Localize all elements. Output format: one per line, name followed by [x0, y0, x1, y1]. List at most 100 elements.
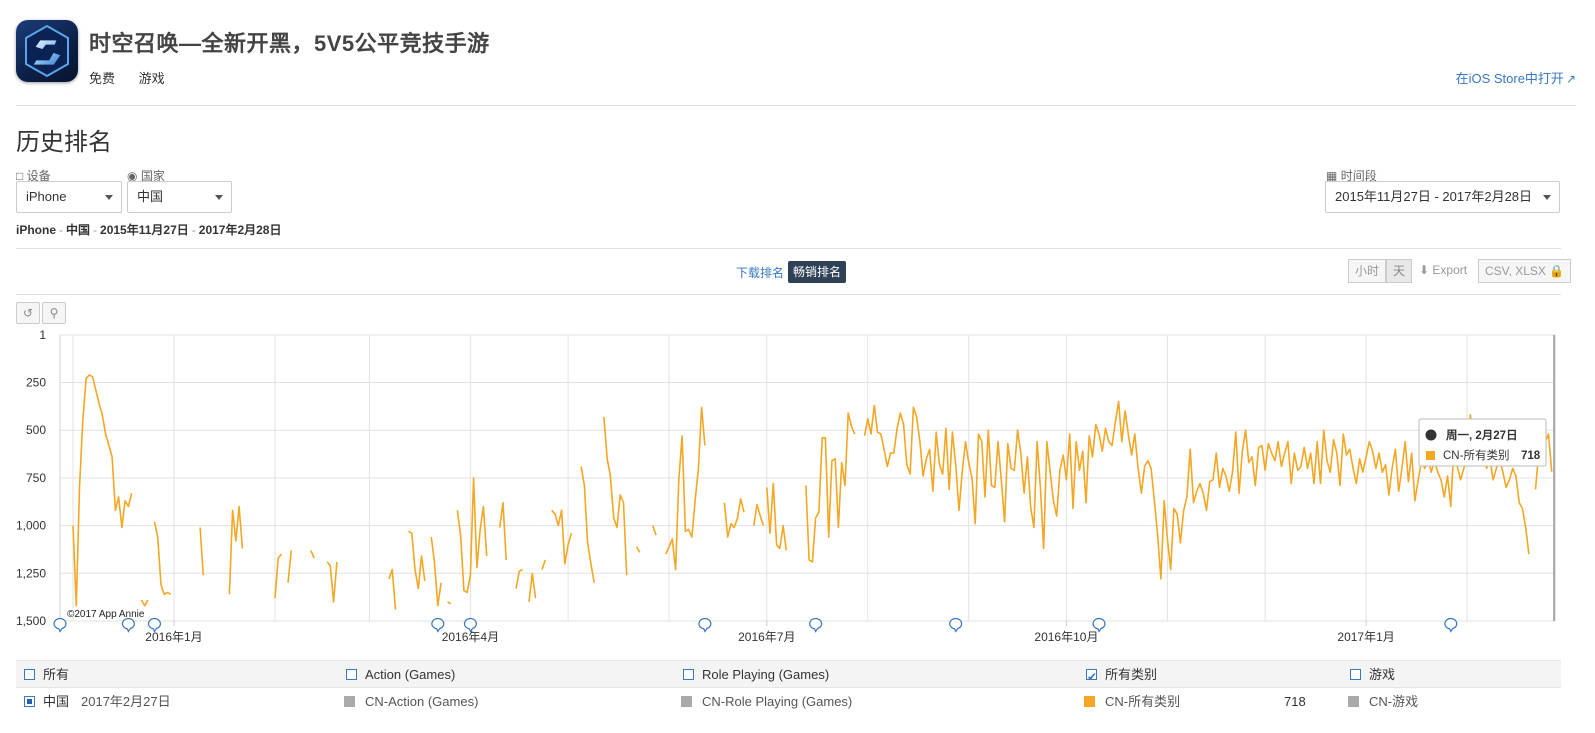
period-select[interactable]: 2015年11月27日 - 2017年2月28日 [1325, 181, 1560, 213]
tooltip-swatch [1426, 451, 1435, 460]
checkbox[interactable] [24, 669, 35, 680]
export-format-group: CSV, XLSX 🔒 [1478, 259, 1572, 283]
legend-swatch [681, 696, 692, 707]
legend-header-all-categories[interactable]: 所有类别 [1086, 661, 1157, 691]
tab-grossing[interactable]: 畅销排名 [788, 261, 847, 283]
legend-swatch [1084, 696, 1095, 707]
legend-item-all-categories[interactable]: CN-所有类别 [1084, 688, 1180, 716]
series-cn-all-categories [72, 374, 1553, 610]
app-header: 时空召唤—全新开黑，5V5公平竞技手游 免费 游戏 在iOS Store中打开 ↗ [16, 14, 1576, 106]
series-line-segment [72, 374, 133, 607]
legend-header-role-playing[interactable]: Role Playing (Games) [683, 661, 829, 689]
y-tick-label: 1,000 [16, 519, 46, 533]
series-line-segment [498, 501, 507, 560]
y-tick-label: 1,500 [16, 614, 46, 628]
y-tick-label: 500 [26, 423, 46, 437]
series-line-segment [515, 568, 523, 589]
series-line-segment [635, 546, 641, 553]
x-axis: 2016年1月 2016年4月 2016年7月 2016年10月 2017年1月 [145, 621, 1395, 644]
y-tick-label: 1,250 [16, 566, 46, 580]
radio-selected[interactable] [24, 696, 35, 707]
checkbox[interactable] [1350, 669, 1361, 680]
y-tick-label: 750 [26, 471, 46, 485]
device-select-value: iPhone [26, 189, 67, 204]
annotation-marker [949, 617, 963, 633]
x-tick-label: 2016年10月 [1034, 630, 1098, 644]
download-icon: ⬇ [1419, 263, 1430, 277]
annotation-marker [698, 617, 712, 633]
checkbox-checked[interactable] [1086, 663, 1097, 691]
day-button[interactable]: 天 [1386, 259, 1413, 283]
legend-date: 2017年2月27日 [81, 694, 171, 709]
checkbox[interactable] [346, 669, 357, 680]
legend-country[interactable]: 中国 2017年2月27日 [24, 688, 171, 716]
legend-data-row: 中国 2017年2月27日 CN-Action (Games) CN-Role P… [16, 688, 1561, 716]
app-tags: 免费 游戏 [89, 68, 185, 87]
annotation-marker [53, 617, 67, 633]
reset-zoom-button[interactable]: ↺ [16, 302, 40, 324]
series-line-segment [310, 550, 315, 559]
export-label[interactable]: ⬇ Export [1419, 263, 1467, 277]
country-select-value: 中国 [137, 189, 164, 204]
horizontal-gridlines [59, 334, 1556, 622]
x-tick-label: 2016年7月 [738, 630, 795, 644]
app-title: 时空召唤—全新开黑，5V5公平竞技手游 [89, 31, 490, 56]
legend-item-action[interactable]: CN-Action (Games) [344, 688, 478, 716]
series-line-segment [541, 559, 547, 570]
x-tick-label: 2017年1月 [1337, 630, 1394, 644]
legend-item-role-playing[interactable]: CN-Role Playing (Games) [681, 688, 852, 716]
country-select[interactable]: 中国 [127, 181, 232, 213]
category-tag[interactable]: 游戏 [139, 71, 165, 86]
series-line-segment [274, 553, 283, 599]
chevron-down-icon [1543, 195, 1551, 200]
price-tag[interactable]: 免费 [89, 71, 115, 86]
series-line-segment [652, 525, 657, 536]
annotation-marker [121, 617, 135, 633]
series-line-segment [140, 599, 149, 607]
series-line-segment [199, 527, 205, 576]
series-line-segment [447, 601, 452, 605]
period-select-value: 2015年11月27日 - 2017年2月28日 [1335, 189, 1533, 204]
app-logo-graphic [25, 24, 69, 78]
filter-summary: iPhone - 中国 -2015年11月27日 -2017年2月28日 [16, 223, 282, 237]
series-line-segment [805, 412, 856, 563]
chevron-down-icon [105, 195, 113, 200]
legend-header-games[interactable]: 游戏 [1350, 661, 1395, 689]
legend-swatch [1348, 696, 1359, 707]
legend-header-row: 所有 Action (Games) Role Playing (Games) 所… [16, 660, 1561, 691]
series-line-segment [723, 498, 745, 538]
chevron-down-icon [215, 195, 223, 200]
series-line-segment [153, 521, 172, 596]
export-format-button[interactable]: CSV, XLSX 🔒 [1478, 259, 1572, 283]
zoom-button[interactable]: ⚲ [42, 302, 66, 324]
series-line-segment [456, 477, 488, 594]
series-line-segment [228, 505, 244, 595]
series-line-segment [603, 416, 628, 576]
checkbox[interactable] [683, 669, 694, 680]
series-line-segment [408, 530, 426, 590]
rank-history-chart[interactable]: 12505007501,0001,2501,500 2016年1月 2016年4月… [0, 325, 1595, 655]
globe-icon [1425, 429, 1437, 441]
watermark: ©2017 App Annie [67, 609, 145, 620]
device-select[interactable]: iPhone [16, 181, 122, 213]
tab-downloads[interactable]: 下载排名 [736, 264, 784, 281]
hour-button[interactable]: 小时 [1348, 259, 1387, 283]
y-tick-label: 250 [26, 376, 46, 390]
tooltip: 周一, 2月27日 CN-所有类别 718 [1418, 418, 1547, 467]
app-logo [16, 20, 78, 82]
divider [16, 294, 1561, 295]
open-ios-store-link[interactable]: 在iOS Store中打开 ↗ [1456, 68, 1576, 87]
granularity-toggle: 小时 天 [1348, 259, 1413, 283]
legend-item-games[interactable]: CN-游戏 [1348, 688, 1418, 716]
legend-header-all[interactable]: 所有 [24, 661, 69, 689]
y-tick-label: 1 [39, 328, 46, 342]
annotation-marker [1444, 617, 1458, 633]
undo-icon: ↺ [22, 306, 34, 320]
lock-icon: 🔒 [1549, 264, 1565, 278]
tooltip-series: CN-所有类别 [1443, 448, 1509, 462]
divider [16, 248, 1561, 249]
legend-swatch [344, 696, 355, 707]
legend-header-action[interactable]: Action (Games) [346, 661, 455, 689]
ios-link-label: 在iOS Store中打开 [1455, 71, 1564, 86]
series-line-segment [766, 482, 788, 551]
